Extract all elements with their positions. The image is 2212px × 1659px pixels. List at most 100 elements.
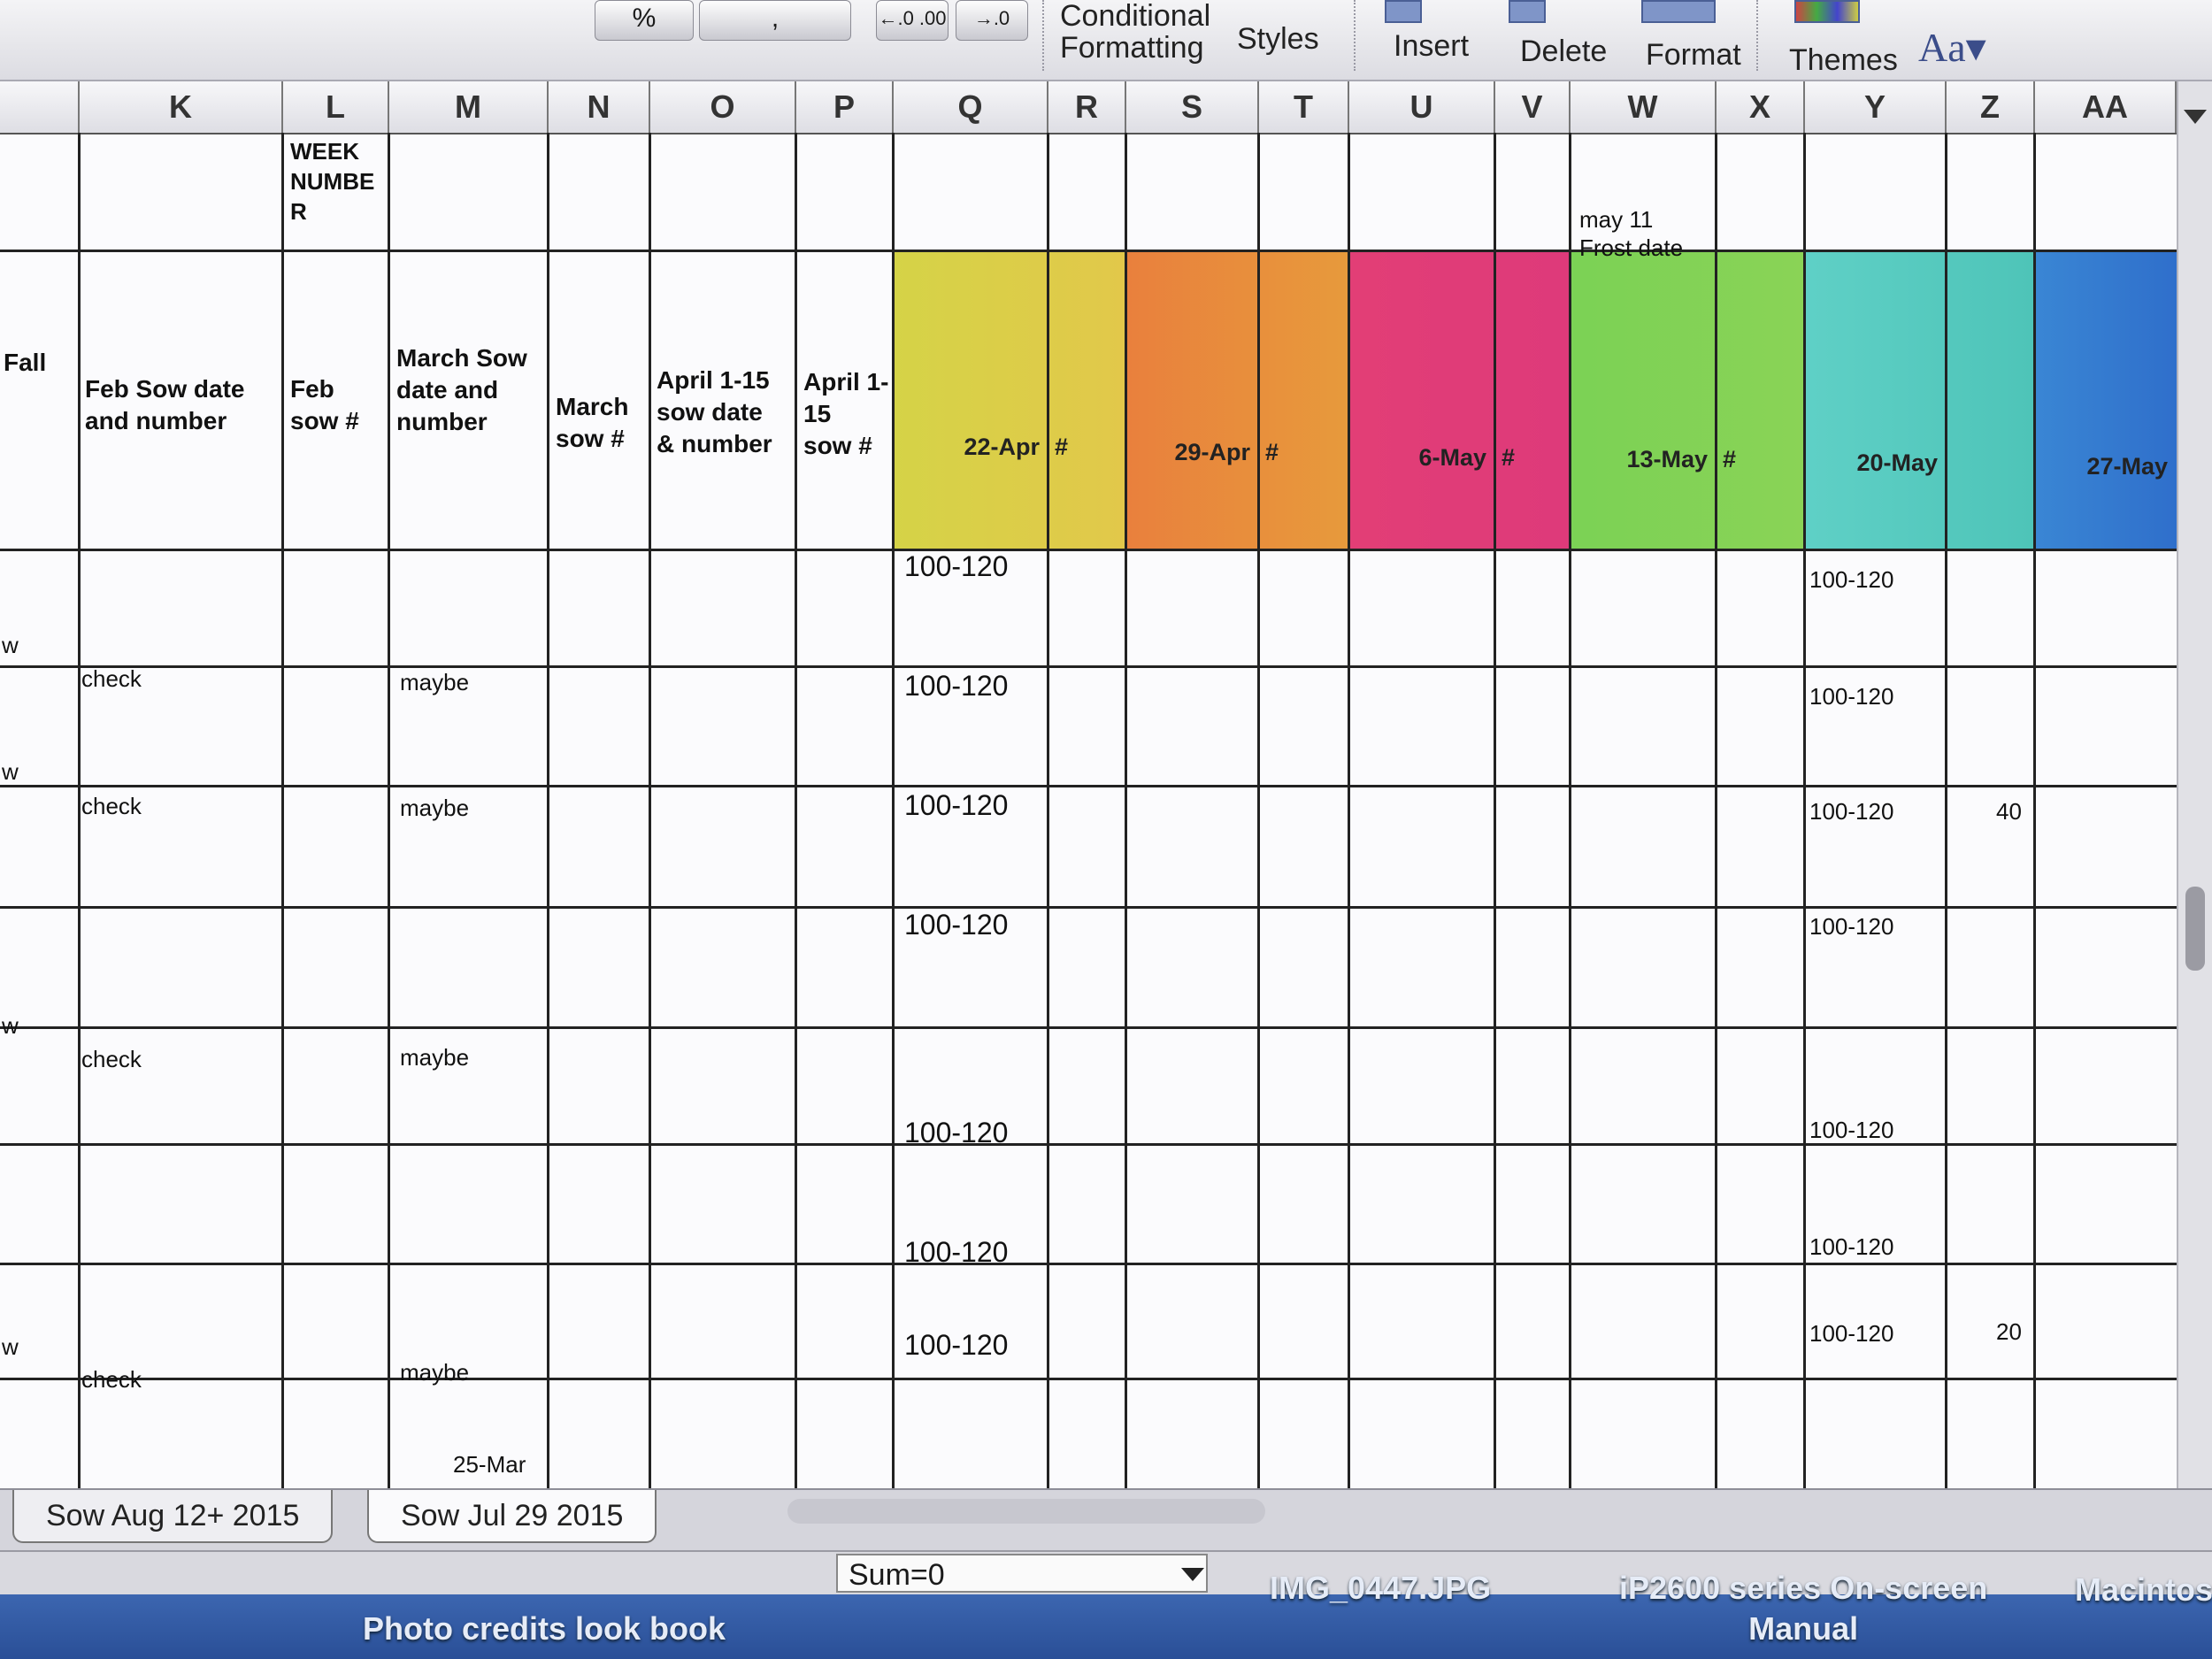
horizontal-scrollbar[interactable] [787,1499,1265,1524]
number-format-button[interactable]: % [595,0,694,41]
week-band-13-may [1571,251,1805,549]
column-header-y[interactable]: Y [1805,81,1947,133]
column-header-q[interactable]: Q [894,81,1048,133]
column-header-j[interactable] [0,81,80,133]
cell-z-row8[interactable]: 20 [1996,1318,2022,1346]
desktop-drive-macintosh[interactable]: Macintos [2075,1571,2212,1609]
week-number-line: NUMBE [290,168,375,195]
grid-line [1125,133,1127,1488]
increase-decimal-button[interactable]: ←.0 .00 [876,0,949,41]
sheet-tab-aug-12[interactable]: Sow Aug 12+ 2015 [12,1490,334,1543]
column-header-t[interactable]: T [1259,81,1349,133]
cell-z-row3[interactable]: 40 [1996,798,2022,826]
comma-style-button[interactable]: , [699,0,851,41]
cell-y-row1[interactable]: 100-120 [1809,566,1893,594]
column-header-l[interactable]: L [283,81,389,133]
cell-q-row2[interactable]: 100-120 [904,670,1008,703]
decrease-decimal-button[interactable]: →.0 [956,0,1028,41]
cell-y-row8[interactable]: 100-120 [1809,1320,1893,1348]
grid-line [1047,133,1049,1488]
themes-button[interactable]: Themes [1789,44,1898,76]
cell-q-row1[interactable]: 100-120 [904,550,1008,583]
column-header-o[interactable]: O [650,81,796,133]
cell-m-row3[interactable]: maybe [400,795,469,822]
delete-button[interactable]: Delete [1520,35,1607,67]
column-header-n[interactable]: N [549,81,650,133]
cell-m-row5[interactable]: maybe [400,1044,469,1071]
column-header-w[interactable]: W [1571,81,1717,133]
grid-line [1569,133,1571,1488]
column-header-m[interactable]: M [389,81,549,133]
cell-k-row3[interactable]: check [81,793,142,820]
grid-line [281,133,284,1488]
cell-k-row5[interactable]: check [81,1046,142,1073]
cell-y-row3[interactable]: 100-120 [1809,798,1893,826]
frost-date-note: may 11 Frost date [1579,205,1683,262]
april-sow-number-header: April 1- 15 sow # [803,366,888,462]
grid-line [0,1263,2177,1265]
grid-line [1348,133,1350,1488]
cell-y-row7[interactable]: 100-120 [1809,1233,1893,1261]
chevron-down-icon[interactable] [1181,1568,1204,1581]
cell-q-row4[interactable]: 100-120 [904,909,1008,941]
cell-k-row8[interactable]: check [81,1366,142,1394]
vertical-scrollbar[interactable] [2177,81,2212,1488]
march-sow-number-header: March sow # [556,391,628,455]
feb-sow-number-header: Feb sow # [290,373,359,437]
grid-line [0,549,2177,551]
march-sow-date-header: March Sow date and number [396,342,527,438]
grid-line [2033,133,2036,1488]
column-header-u[interactable]: U [1349,81,1495,133]
cell-q-row6[interactable]: 100-120 [904,1117,1008,1149]
manual-label-line: Manual [1748,1610,1859,1647]
column-header-p[interactable]: P [796,81,894,133]
column-header-k[interactable]: K [80,81,283,133]
conditional-formatting-button[interactable]: Conditional Formatting [1060,0,1210,64]
desktop-file-ip2600-manual[interactable]: iP2600 series On-screen Manual [1619,1568,1987,1649]
spreadsheet-grid[interactable]: K L M N O P Q R S T U V W X Y Z AA WEEK … [0,81,2177,1488]
column-header-r[interactable]: R [1048,81,1126,133]
insert-button[interactable]: Insert [1394,30,1469,62]
desktop-file-photo-credits[interactable]: Photo credits look book [363,1610,726,1647]
scroll-menu-icon[interactable] [2184,110,2207,124]
cell-q-row8[interactable]: 100-120 [904,1329,1008,1362]
grid-line [1803,133,1806,1488]
styles-button[interactable]: Styles [1237,23,1319,55]
cell-edge-row3: w [2,758,19,785]
column-header-aa[interactable]: AA [2035,81,2177,133]
scroll-thumb[interactable] [2185,887,2205,971]
cell-y-row2[interactable]: 100-120 [1809,683,1893,710]
cell-y-row4[interactable]: 100-120 [1809,913,1893,941]
sheet-tab-jul-29[interactable]: Sow Jul 29 2015 [367,1490,657,1543]
grid-line [78,133,81,1488]
column-header-z[interactable]: Z [1947,81,2035,133]
cell-y-row6[interactable]: 100-120 [1809,1117,1893,1144]
frost-date-line: may 11 [1579,206,1654,233]
grid-line [0,906,2177,909]
sum-readout[interactable]: Sum=0 [836,1554,1208,1593]
format-button[interactable]: Format [1646,39,1741,71]
cell-k-row2[interactable]: check [81,665,142,693]
cell-m-row2[interactable]: maybe [400,669,469,696]
header-line: March [556,393,629,420]
cell-m-row9[interactable]: 25-Mar [453,1451,526,1479]
ribbon-toolbar: % , ←.0 .00 →.0 Conditional Formatting S… [0,0,2212,81]
conditional-formatting-label-1: Conditional [1060,0,1211,33]
cell-q-row7[interactable]: 100-120 [904,1236,1008,1269]
column-header-x[interactable]: X [1717,81,1805,133]
grid-line [0,785,2177,787]
week-date-13-may: 13-May [1626,446,1708,472]
header-line: sow # [290,407,359,434]
column-header-v[interactable]: V [1495,81,1571,133]
theme-fonts-button[interactable]: Aa▾ [1918,27,1986,68]
column-header-s[interactable]: S [1126,81,1259,133]
insert-icon [1385,0,1422,23]
week-band-29-apr [1126,251,1349,549]
week-hash-29-apr: # [1265,439,1279,465]
week-number-note: WEEK NUMBE R [290,136,374,227]
week-date-27-may: 27-May [2086,453,2168,480]
desktop-file-img-0447[interactable]: IMG_0447.JPG [1270,1570,1491,1607]
cell-q-row3[interactable]: 100-120 [904,789,1008,822]
cell-m-row8[interactable]: maybe [400,1359,469,1386]
header-line: Feb Sow date [85,375,245,403]
